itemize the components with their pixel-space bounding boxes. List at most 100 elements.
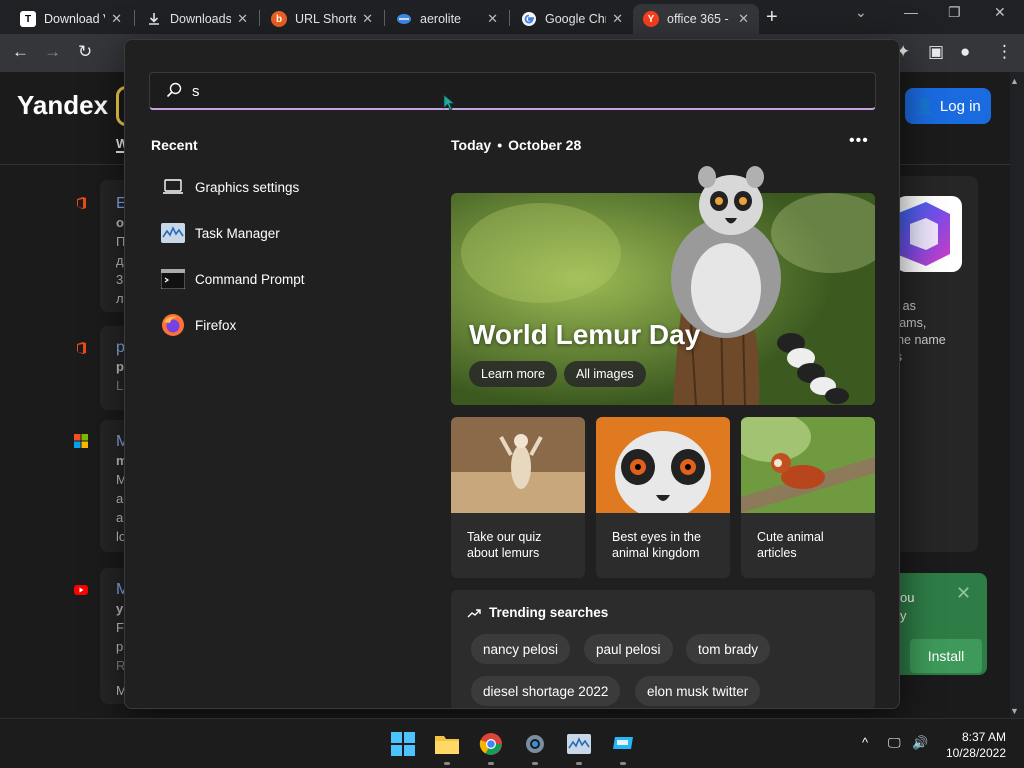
tab-office-365[interactable]: Y office 365 - ✕ [633, 4, 759, 34]
close-icon[interactable]: ✕ [956, 583, 971, 604]
close-icon[interactable]: ✕ [362, 11, 373, 27]
clock-date: 10/28/2022 [945, 746, 1006, 760]
trending-chip[interactable]: nancy pelosi [471, 634, 571, 664]
office-icon [77, 197, 86, 209]
forward-icon[interactable]: → [44, 42, 61, 62]
tab-title: Download V [44, 12, 106, 26]
recent-item-firefox[interactable]: Firefox [151, 307, 401, 343]
all-images-button[interactable]: All images [564, 361, 646, 387]
search-icon [166, 82, 182, 98]
yandex-logo[interactable]: Yandex [17, 90, 108, 121]
close-icon[interactable]: ✕ [612, 11, 623, 27]
download-icon [146, 11, 162, 27]
tab-title: URL Shorte [295, 12, 357, 26]
card-image [741, 417, 875, 513]
search-input[interactable] [192, 79, 852, 103]
card-text: Take our quiz about lemurs [467, 529, 577, 561]
back-icon[interactable]: ← [12, 42, 29, 62]
trending-chip[interactable]: elon musk twitter [635, 676, 761, 706]
recent-item-label: Command Prompt [195, 271, 305, 287]
tab-separator [259, 10, 260, 26]
folder-icon [435, 736, 459, 754]
reload-icon[interactable]: ↻ [78, 42, 92, 62]
microsoft-365-logo [896, 196, 962, 272]
command-prompt-icon [161, 267, 185, 291]
windows-taskbar: ^ 🖵 🔊 8:37 AM 10/28/2022 [0, 718, 1024, 768]
card-text-line: Best eyes in the [612, 530, 701, 544]
app-icon [613, 737, 633, 749]
card-text: Best eyes in the animal kingdom [612, 529, 722, 561]
taskbar-clock[interactable]: 8:37 AM 10/28/2022 [942, 729, 1006, 761]
minimize-icon[interactable]: — [904, 4, 918, 20]
login-label: Log in [939, 97, 981, 115]
recent-item-command-prompt[interactable]: Command Prompt [151, 261, 401, 297]
install-text: ou y [900, 589, 914, 625]
tab-title: Downloads [170, 12, 232, 26]
trending-chip[interactable]: diesel shortage 2022 [471, 676, 621, 706]
tab-search-chevron-icon[interactable]: ⌄ [855, 4, 867, 21]
tab-title: office 365 - [667, 12, 729, 26]
windows-logo-icon [391, 732, 415, 756]
card-cute-animals[interactable]: Cute animal articles [741, 417, 875, 578]
tab-title: aerolite [420, 12, 461, 26]
google-icon [521, 11, 537, 27]
install-button[interactable]: Install [910, 639, 982, 673]
recent-heading: Recent [151, 137, 198, 153]
taskbar-task-manager[interactable] [566, 731, 592, 765]
close-icon[interactable]: ✕ [738, 11, 749, 27]
trending-chip[interactable]: tom brady [686, 634, 771, 664]
close-window-icon[interactable]: ✕ [994, 4, 1006, 21]
card-text: Cute animal articles [757, 529, 867, 561]
profile-icon[interactable]: ● [960, 42, 970, 62]
volume-icon[interactable]: 🔊 [912, 735, 928, 751]
show-hidden-icons-chevron-icon[interactable]: ^ [862, 735, 868, 750]
close-icon[interactable]: ✕ [237, 11, 248, 27]
network-icon[interactable]: 🖵 [888, 735, 901, 751]
card-text-line: Take our quiz [467, 530, 542, 544]
restore-icon[interactable]: ❐ [948, 4, 961, 21]
trending-searches-panel: Trending searches nancy pelosi paul pelo… [451, 590, 875, 708]
recent-item-graphics-settings[interactable]: Graphics settings [151, 169, 401, 205]
hero-card-world-lemur-day[interactable]: World Lemur Day Learn more All images [451, 166, 875, 405]
taskbar-chrome[interactable] [478, 731, 504, 765]
card-best-eyes[interactable]: Best eyes in the animal kingdom [596, 417, 730, 578]
card-lemur-quiz[interactable]: Take our quiz about lemurs [451, 417, 585, 578]
recent-item-label: Graphics settings [195, 179, 300, 195]
trending-arrow-icon [467, 608, 481, 617]
yandex-icon: Y [643, 11, 659, 27]
scroll-up-arrow-icon[interactable]: ▲ [1010, 76, 1019, 86]
login-button[interactable]: 👤 Log in [905, 88, 991, 124]
task-manager-icon [567, 734, 591, 754]
taskbar-file-explorer[interactable] [434, 731, 460, 765]
tab-aerolite[interactable]: aerolite ✕ [386, 4, 508, 34]
recent-item-label: Firefox [195, 317, 237, 333]
tab-separator [134, 10, 135, 26]
scroll-down-arrow-icon[interactable]: ▼ [1010, 706, 1019, 716]
today-date: October 28 [508, 137, 582, 153]
chrome-icon [479, 733, 502, 755]
today-label: Today [451, 137, 492, 153]
taskbar-app[interactable] [610, 731, 636, 765]
close-icon[interactable]: ✕ [487, 11, 498, 27]
taskbar-settings[interactable] [522, 731, 548, 765]
more-options-icon[interactable]: ••• [849, 132, 869, 150]
aerolite-icon [396, 11, 412, 27]
gear-icon [526, 735, 544, 753]
tab-url-shortener[interactable]: b URL Shorte ✕ [261, 4, 383, 34]
menu-dots-icon[interactable]: ⋮ [996, 42, 1013, 62]
new-tab-button[interactable]: + [766, 6, 778, 29]
search-bar[interactable] [149, 72, 876, 110]
trending-chip[interactable]: paul pelosi [584, 634, 673, 664]
bitly-icon: b [271, 11, 287, 27]
tab-google-chrome[interactable]: Google Chr ✕ [511, 4, 633, 34]
side-panel-icon[interactable]: ▣ [928, 42, 944, 62]
office-icon [77, 342, 86, 354]
tab-download[interactable]: T Download V ✕ [10, 4, 132, 34]
today-header: Today • October 28 [451, 137, 582, 153]
tab-downloads[interactable]: Downloads ✕ [136, 4, 258, 34]
mouse-cursor-icon [443, 94, 455, 111]
close-icon[interactable]: ✕ [111, 11, 122, 27]
learn-more-button[interactable]: Learn more [469, 361, 557, 387]
recent-item-task-manager[interactable]: Task Manager [151, 215, 401, 251]
start-button[interactable] [390, 731, 416, 757]
